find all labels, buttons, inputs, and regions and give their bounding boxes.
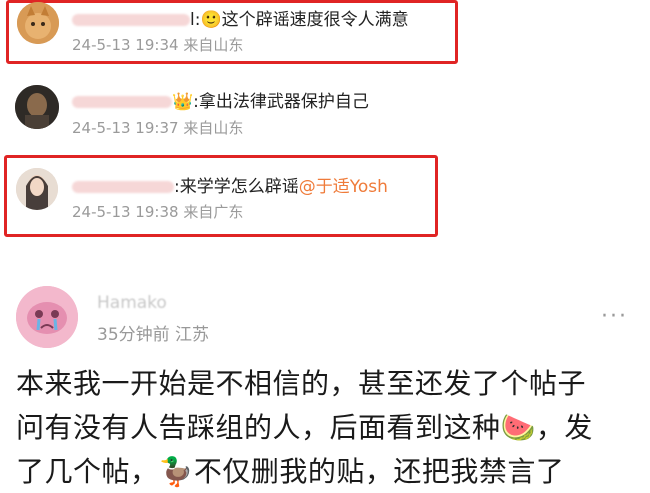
- commenter-avatar[interactable]: [15, 85, 59, 129]
- comment-meta: 24-5-13 19:37 来自山东: [72, 117, 243, 138]
- crying-face-avatar-icon: [16, 286, 78, 348]
- post-meta: 35分钟前 江苏: [97, 320, 209, 345]
- post-author-name[interactable]: Hamako: [97, 293, 205, 313]
- comment-text: :来学学怎么辟谣@于适Yosh: [72, 172, 388, 197]
- comment-text: l:🙂这个辟谣速度很令人满意: [72, 5, 409, 30]
- cat-avatar-icon: [17, 2, 59, 44]
- svg-text:Hamako: Hamako: [97, 293, 167, 311]
- woman-avatar-icon: [16, 168, 58, 210]
- duck-icon: 🦆: [158, 455, 194, 488]
- comment-meta: 24-5-13 19:38 来自广东: [72, 201, 243, 222]
- commenter-avatar[interactable]: [16, 168, 58, 210]
- blurred-username[interactable]: [72, 14, 190, 26]
- comment-time: 24-5-13 19:38: [72, 203, 179, 221]
- watermelon-icon: 🍉: [500, 411, 536, 444]
- comment-time: 24-5-13 19:37: [72, 119, 179, 137]
- crown-icon: 👑: [172, 92, 194, 112]
- post-location: 江苏: [175, 325, 210, 345]
- post-author-avatar[interactable]: [16, 286, 78, 348]
- comment-meta: 24-5-13 19:34 来自山东: [72, 34, 243, 55]
- comment-text: 👑:拿出法律武器保护自己: [72, 87, 369, 112]
- comment-location: 来自山东: [183, 119, 244, 137]
- comment-location: 来自广东: [183, 203, 244, 221]
- portrait-avatar-icon: [15, 85, 59, 129]
- post-body-line-2: 问有没有人告踩组的人，后面看到这种🍉，发: [16, 411, 593, 444]
- comment-location: 来自山东: [183, 36, 244, 54]
- commenter-avatar[interactable]: [17, 2, 59, 44]
- post-time: 35分钟前: [97, 325, 170, 345]
- comment-time: 24-5-13 19:34: [72, 36, 179, 54]
- post-body-line-1: 本来我一开始是不相信的，甚至还发了个帖子: [16, 367, 587, 400]
- blurred-username[interactable]: [72, 181, 174, 193]
- more-options-icon[interactable]: ···: [601, 304, 628, 329]
- emoji-icon: 🙂: [200, 10, 222, 30]
- post-body-line-3: 了几个帖，🦆不仅删我的贴，还把我禁言了: [16, 455, 565, 488]
- blurred-username[interactable]: [72, 96, 172, 108]
- mention-link[interactable]: @于适Yosh: [299, 177, 388, 197]
